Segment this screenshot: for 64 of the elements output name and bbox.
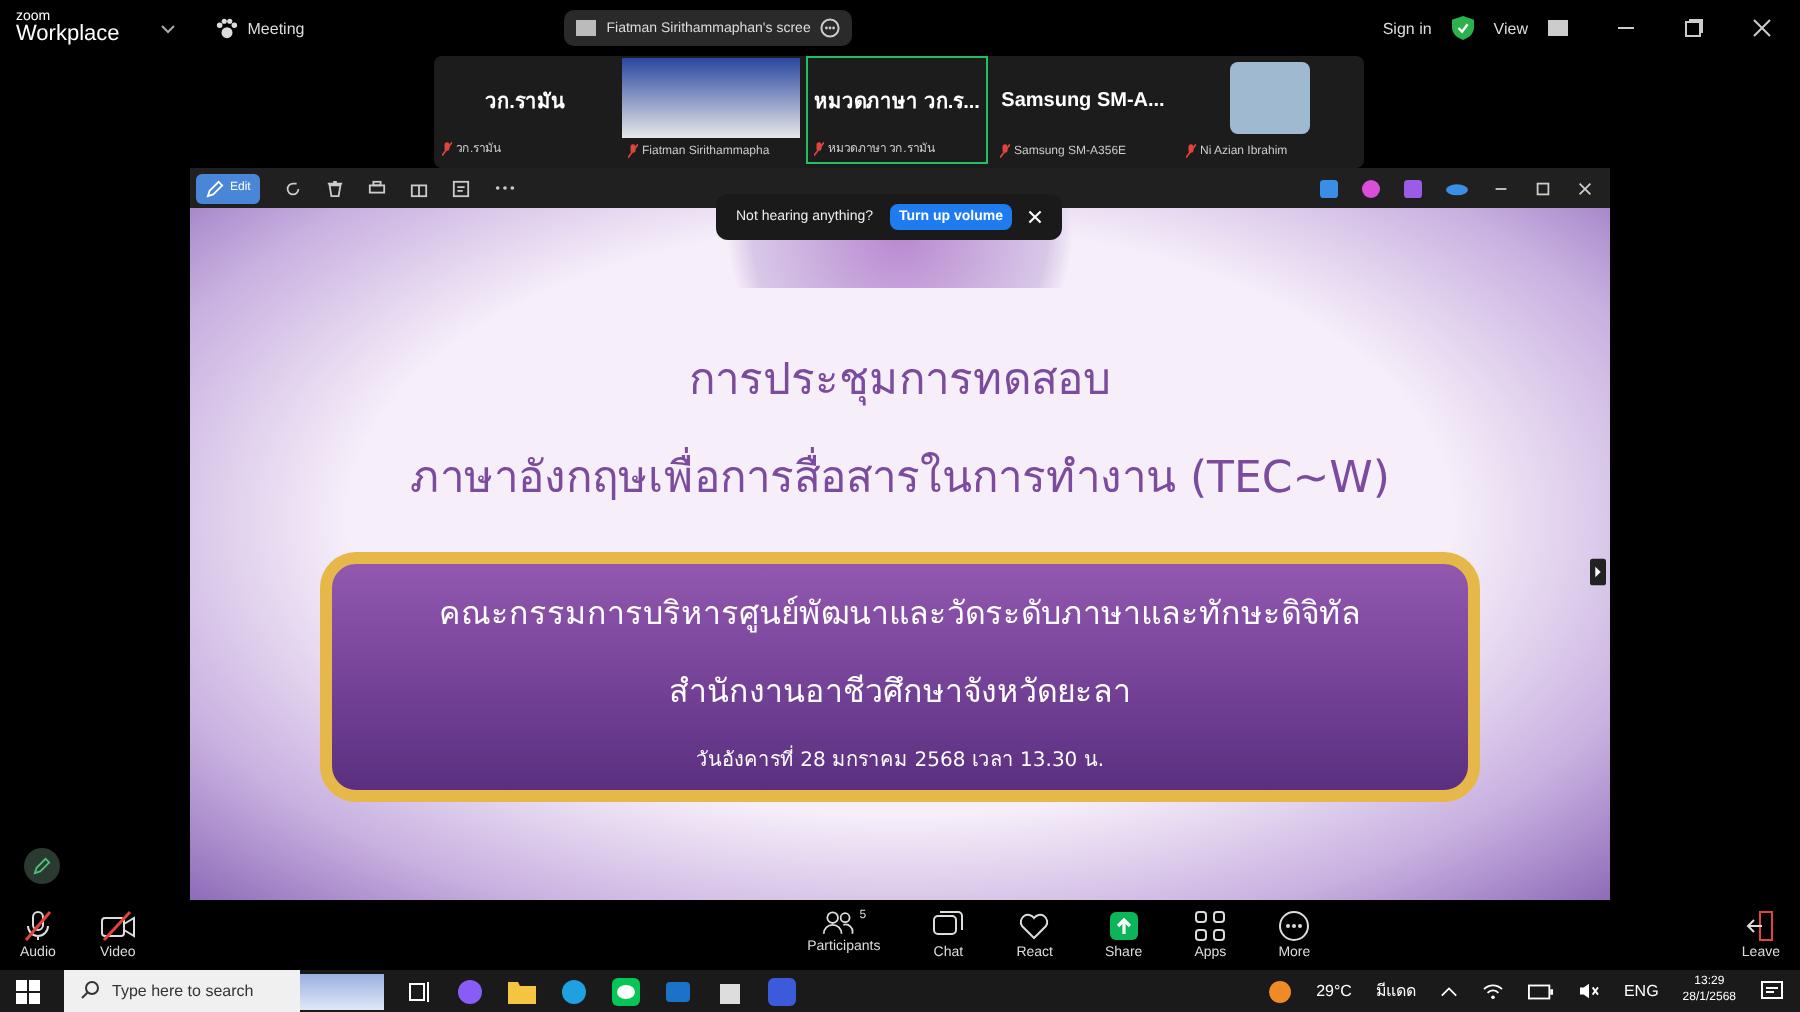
more-icon	[820, 18, 841, 38]
note-icon[interactable]	[452, 179, 471, 197]
view-button[interactable]: View	[1493, 19, 1528, 37]
chat-app-icon[interactable]	[612, 977, 640, 1005]
notification-icon[interactable]	[1760, 979, 1784, 1003]
annotate-icon[interactable]	[24, 848, 60, 884]
participant-name: หมวดภาษา วก.ร...	[814, 89, 980, 115]
muted-mic-icon	[814, 141, 824, 155]
mail-icon[interactable]	[664, 977, 692, 1005]
browser-icon[interactable]	[560, 977, 588, 1005]
app-icon[interactable]	[1404, 179, 1422, 197]
participant-name: วก.รามัน	[485, 89, 565, 115]
muted-mic-icon	[442, 141, 452, 155]
battery-icon[interactable]	[1527, 983, 1554, 999]
folder-icon[interactable]	[508, 979, 536, 1003]
app-icon[interactable]	[1320, 179, 1338, 197]
more-icon[interactable]	[494, 184, 517, 192]
meeting-menu[interactable]: Meeting	[215, 17, 305, 39]
pencil-icon	[206, 179, 224, 197]
wifi-icon[interactable]	[1481, 982, 1504, 1000]
slide-title: การประชุมการทดสอบ	[689, 354, 1111, 410]
photo-placeholder	[1229, 62, 1309, 134]
windows-start-icon[interactable]	[16, 979, 40, 1003]
sign-in-link[interactable]: Sign in	[1382, 19, 1432, 37]
sun-icon	[1268, 979, 1293, 1003]
banner-text: สำนักงานอาชีวศึกษาจังหวัดยะลา	[669, 670, 1131, 714]
shield-icon	[1451, 16, 1474, 40]
task-view-icon[interactable]	[408, 979, 432, 1003]
restore-icon[interactable]	[1684, 18, 1704, 38]
rotate-icon[interactable]	[284, 179, 303, 197]
close-icon[interactable]	[1576, 179, 1594, 197]
video-app-icon[interactable]	[768, 977, 796, 1005]
temperature-text: 29°C	[1316, 982, 1352, 1000]
muted-mic-icon	[628, 144, 638, 158]
screen-icon	[576, 18, 597, 38]
share-icon	[1107, 910, 1140, 942]
maximize-icon[interactable]	[1534, 179, 1552, 197]
slide-subtitle: ภาษาอังกฤษเพื่อการสื่อสารในการทำงาน (TEC~W)	[409, 442, 1391, 512]
people-icon	[821, 910, 854, 936]
more-icon	[1278, 910, 1311, 942]
search-highlight-picture	[300, 973, 384, 1009]
search-field[interactable]: Type here to search	[64, 970, 300, 1012]
paw-icon	[215, 17, 238, 39]
language-indicator[interactable]: ENG	[1623, 982, 1659, 1000]
speaker-muted-icon[interactable]	[1577, 982, 1600, 1000]
chevron-up-icon[interactable]	[1439, 985, 1458, 997]
camera-icon	[99, 910, 136, 942]
participant-name: Samsung SM-A...	[1001, 89, 1165, 111]
app-icon[interactable]	[456, 977, 484, 1005]
app-icon[interactable]	[1362, 179, 1380, 197]
weather-text: มีแดด	[1375, 980, 1416, 1004]
cloud-icon[interactable]	[1446, 180, 1468, 196]
microphone-icon	[21, 910, 54, 942]
chevron-down-icon[interactable]	[159, 23, 176, 33]
banner-date: วันอังคารที่ 28 มกราคม 2568 เวลา 13.30 น.	[695, 744, 1105, 774]
banner-text: คณะกรรมการบริหารศูนย์พัฒนาและวัดระดับภาษาและทักษะดิจิทัล	[439, 592, 1361, 637]
muted-mic-icon	[1186, 144, 1196, 158]
heart-icon	[1018, 910, 1051, 942]
print-icon[interactable]	[368, 179, 387, 197]
trash-icon[interactable]	[326, 179, 345, 197]
exit-door-icon	[1744, 910, 1777, 942]
close-icon[interactable]	[1752, 18, 1772, 38]
apps-icon	[1194, 910, 1227, 942]
muted-mic-icon	[1000, 144, 1010, 158]
